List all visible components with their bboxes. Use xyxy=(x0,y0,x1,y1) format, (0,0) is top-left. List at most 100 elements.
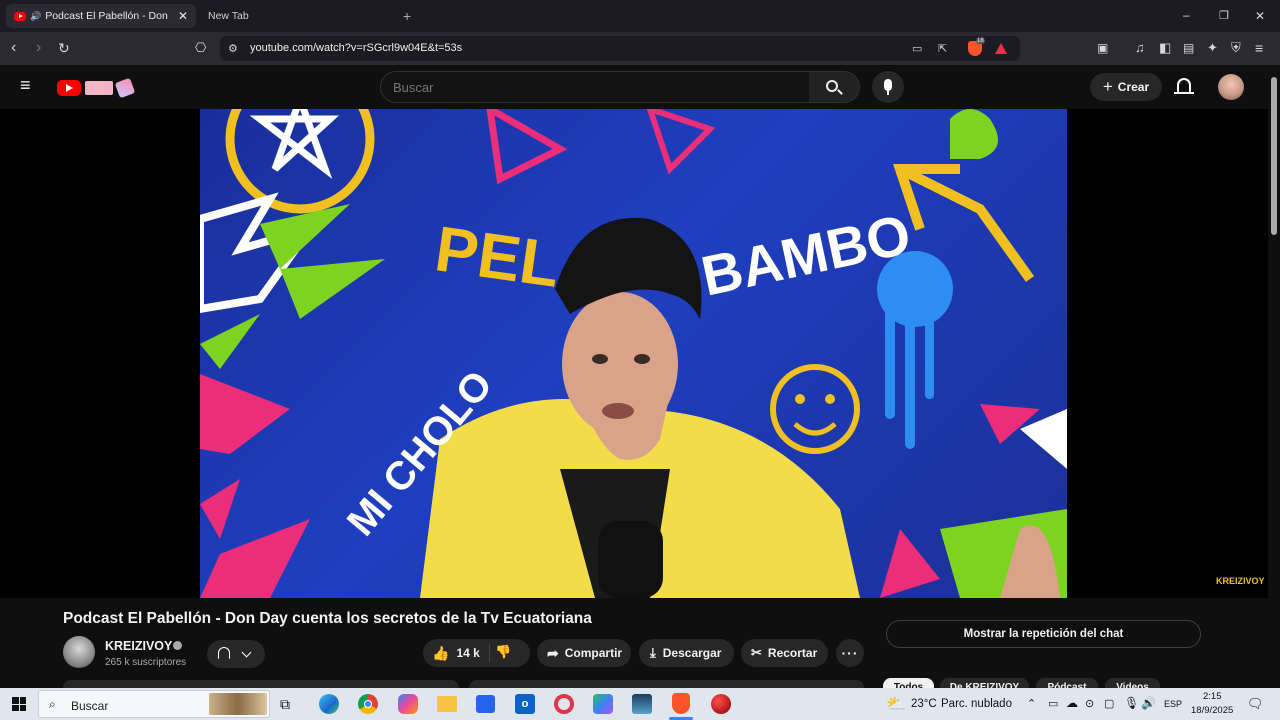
file-explorer-icon[interactable] xyxy=(437,696,457,712)
tray-icon-3[interactable]: ⊙ xyxy=(1085,697,1094,710)
share-button[interactable]: ➦ Compartir xyxy=(537,639,631,667)
temperature[interactable]: 23°C xyxy=(911,698,937,710)
show-hidden-icons-icon[interactable]: ⌃ xyxy=(1027,697,1036,710)
cast-icon[interactable]: ▭ xyxy=(912,42,922,56)
create-label: Crear xyxy=(1117,80,1150,94)
youtube-play-icon xyxy=(57,80,81,96)
thumbs-up-icon: 👍 xyxy=(432,644,450,661)
video-title: Podcast El Pabellón - Don Day cuenta los… xyxy=(63,610,592,627)
menu-icon[interactable]: ≡ xyxy=(1255,41,1263,55)
clock-date[interactable]: 18/9/2025 xyxy=(1191,705,1233,716)
new-tab-plus-icon[interactable]: + xyxy=(403,9,411,23)
cloud-icon[interactable]: ☁ xyxy=(1066,696,1078,710)
channel-avatar[interactable] xyxy=(63,636,95,668)
search-button[interactable] xyxy=(809,71,860,103)
back-icon[interactable]: ‹ xyxy=(11,40,16,56)
avatar[interactable] xyxy=(1218,74,1244,100)
doodle-decoration-icon xyxy=(114,77,136,99)
download-icon: ⤓ xyxy=(650,645,656,660)
windows-start-icon[interactable] xyxy=(12,697,26,711)
scissors-icon: ✂ xyxy=(751,645,762,660)
reload-icon[interactable]: ↻ xyxy=(58,41,70,55)
voice-search-button[interactable] xyxy=(872,71,904,103)
store-icon[interactable] xyxy=(476,695,495,713)
dislike-button[interactable]: 👎 xyxy=(495,644,511,660)
browser-toolbar: ‹ › ↻ ⎔ ⚙ youtube.com/watch?v=rSGcrl9w04… xyxy=(0,32,1280,65)
app-icon-multicolor[interactable] xyxy=(593,694,613,714)
taskbar-search-icon: ⌕ xyxy=(49,697,56,711)
chip-videos[interactable]: Videos xyxy=(1105,678,1160,688)
download-button[interactable]: ⤓ Descargar xyxy=(639,639,734,667)
video-player[interactable]: PEL BAMBO MI CHOLO KREIZIVOY xyxy=(0,109,1268,598)
notifications-icon[interactable]: 🗨 xyxy=(1247,696,1264,712)
reading-mode-icon[interactable]: ▣ xyxy=(1097,41,1108,55)
subscriber-count: 265 k suscriptores xyxy=(105,657,187,668)
opera-icon[interactable] xyxy=(554,694,574,714)
vpn-icon[interactable]: ⛨ xyxy=(1231,41,1241,55)
tab-youtube[interactable]: 🔊 Podcast El Pabellón - Don Da ✕ xyxy=(6,4,196,28)
more-actions-button[interactable]: ··· xyxy=(836,639,864,667)
page-scrollbar[interactable] xyxy=(1268,65,1280,688)
description-box[interactable] xyxy=(63,680,459,688)
brave-taskbar-icon[interactable] xyxy=(672,693,690,714)
task-view-icon[interactable]: ⧉ xyxy=(280,696,290,713)
search-box[interactable] xyxy=(380,71,810,103)
close-window-icon[interactable]: ✕ xyxy=(1255,9,1265,23)
site-settings-icon[interactable]: ⚙ xyxy=(228,42,238,56)
video-frame[interactable]: PEL BAMBO MI CHOLO xyxy=(200,109,1067,598)
chip-all[interactable]: Todos xyxy=(883,678,934,688)
input-language[interactable]: ESP xyxy=(1164,699,1182,709)
notifications-bell-icon[interactable] xyxy=(1177,78,1191,92)
app-icon-landscape[interactable] xyxy=(632,694,652,714)
clock-time[interactable]: 2:15 xyxy=(1203,691,1222,702)
tab-title: Podcast El Pabellón - Don Da xyxy=(45,10,172,22)
speaker-icon[interactable]: 🔊 xyxy=(30,11,41,22)
scrollbar-thumb[interactable] xyxy=(1271,77,1277,235)
bookmark-icon[interactable]: ⎔ xyxy=(195,41,206,55)
app-icon-red-ball[interactable] xyxy=(711,694,731,714)
share-label: Compartir xyxy=(564,646,623,660)
channel-name[interactable]: KREIZIVOY xyxy=(105,639,172,653)
like-count: 14 k xyxy=(456,646,480,660)
plus-icon: + xyxy=(1102,77,1113,96)
chip-podcast[interactable]: Pódcast xyxy=(1036,678,1098,688)
share-page-icon[interactable]: ⇱ xyxy=(938,42,947,56)
tab-new-tab[interactable]: New Tab xyxy=(200,4,390,28)
forward-icon[interactable]: › xyxy=(36,40,41,56)
close-tab-icon[interactable]: ✕ xyxy=(178,9,188,23)
chip-from-channel[interactable]: De KREIZIVOY xyxy=(940,678,1029,688)
microphone-tray-icon[interactable]: 🎙 xyxy=(1124,696,1139,710)
create-button[interactable]: + Crear xyxy=(1090,73,1162,101)
tray-icon-1[interactable]: ▭ xyxy=(1048,697,1058,710)
comments-box[interactable] xyxy=(469,680,864,688)
hamburger-menu-icon[interactable]: ≡ xyxy=(20,76,31,94)
media-icon[interactable]: ♫ xyxy=(1135,41,1145,55)
clip-button[interactable]: ✂ Recortar xyxy=(741,639,828,667)
copilot-icon[interactable] xyxy=(398,694,418,714)
leo-ai-icon[interactable]: ✦ xyxy=(1207,41,1218,55)
browser-tab-bar: 🔊 Podcast El Pabellón - Don Da ✕ New Tab… xyxy=(0,0,1280,32)
outlook-icon[interactable]: o xyxy=(515,694,535,714)
like-button[interactable]: 👍 14 k xyxy=(423,639,489,667)
subscription-bell-button[interactable] xyxy=(207,640,265,668)
sidebar-icon[interactable]: ◧ xyxy=(1159,41,1171,55)
brave-rewards-icon[interactable] xyxy=(995,43,1007,54)
volume-icon[interactable]: 🔊 xyxy=(1141,696,1156,710)
edge-icon[interactable] xyxy=(319,694,339,714)
taskbar-search-box[interactable]: ⌕ Buscar xyxy=(38,690,270,718)
minimize-icon[interactable]: – xyxy=(1183,8,1190,22)
verified-icon xyxy=(173,641,182,650)
wallet-icon[interactable]: ▤ xyxy=(1183,41,1194,55)
chrome-icon[interactable] xyxy=(358,694,378,714)
network-icon[interactable]: ▢ xyxy=(1104,697,1114,710)
weather-icon[interactable]: ⛅ xyxy=(886,694,906,714)
show-chat-replay-button[interactable]: Mostrar la repetición del chat xyxy=(886,620,1201,648)
youtube-logo[interactable] xyxy=(57,77,136,99)
weather-condition[interactable]: Parc. nublado xyxy=(941,698,1012,710)
video-scene: PEL BAMBO MI CHOLO xyxy=(200,109,1067,598)
restore-icon[interactable]: ❐ xyxy=(1219,9,1229,23)
show-chat-replay-label: Mostrar la repetición del chat xyxy=(963,628,1124,640)
search-input[interactable] xyxy=(393,78,793,96)
url-bar[interactable]: ⚙ youtube.com/watch?v=rSGcrl9w04E&t=53s … xyxy=(220,36,1020,61)
doodle-house-icon xyxy=(85,81,113,95)
